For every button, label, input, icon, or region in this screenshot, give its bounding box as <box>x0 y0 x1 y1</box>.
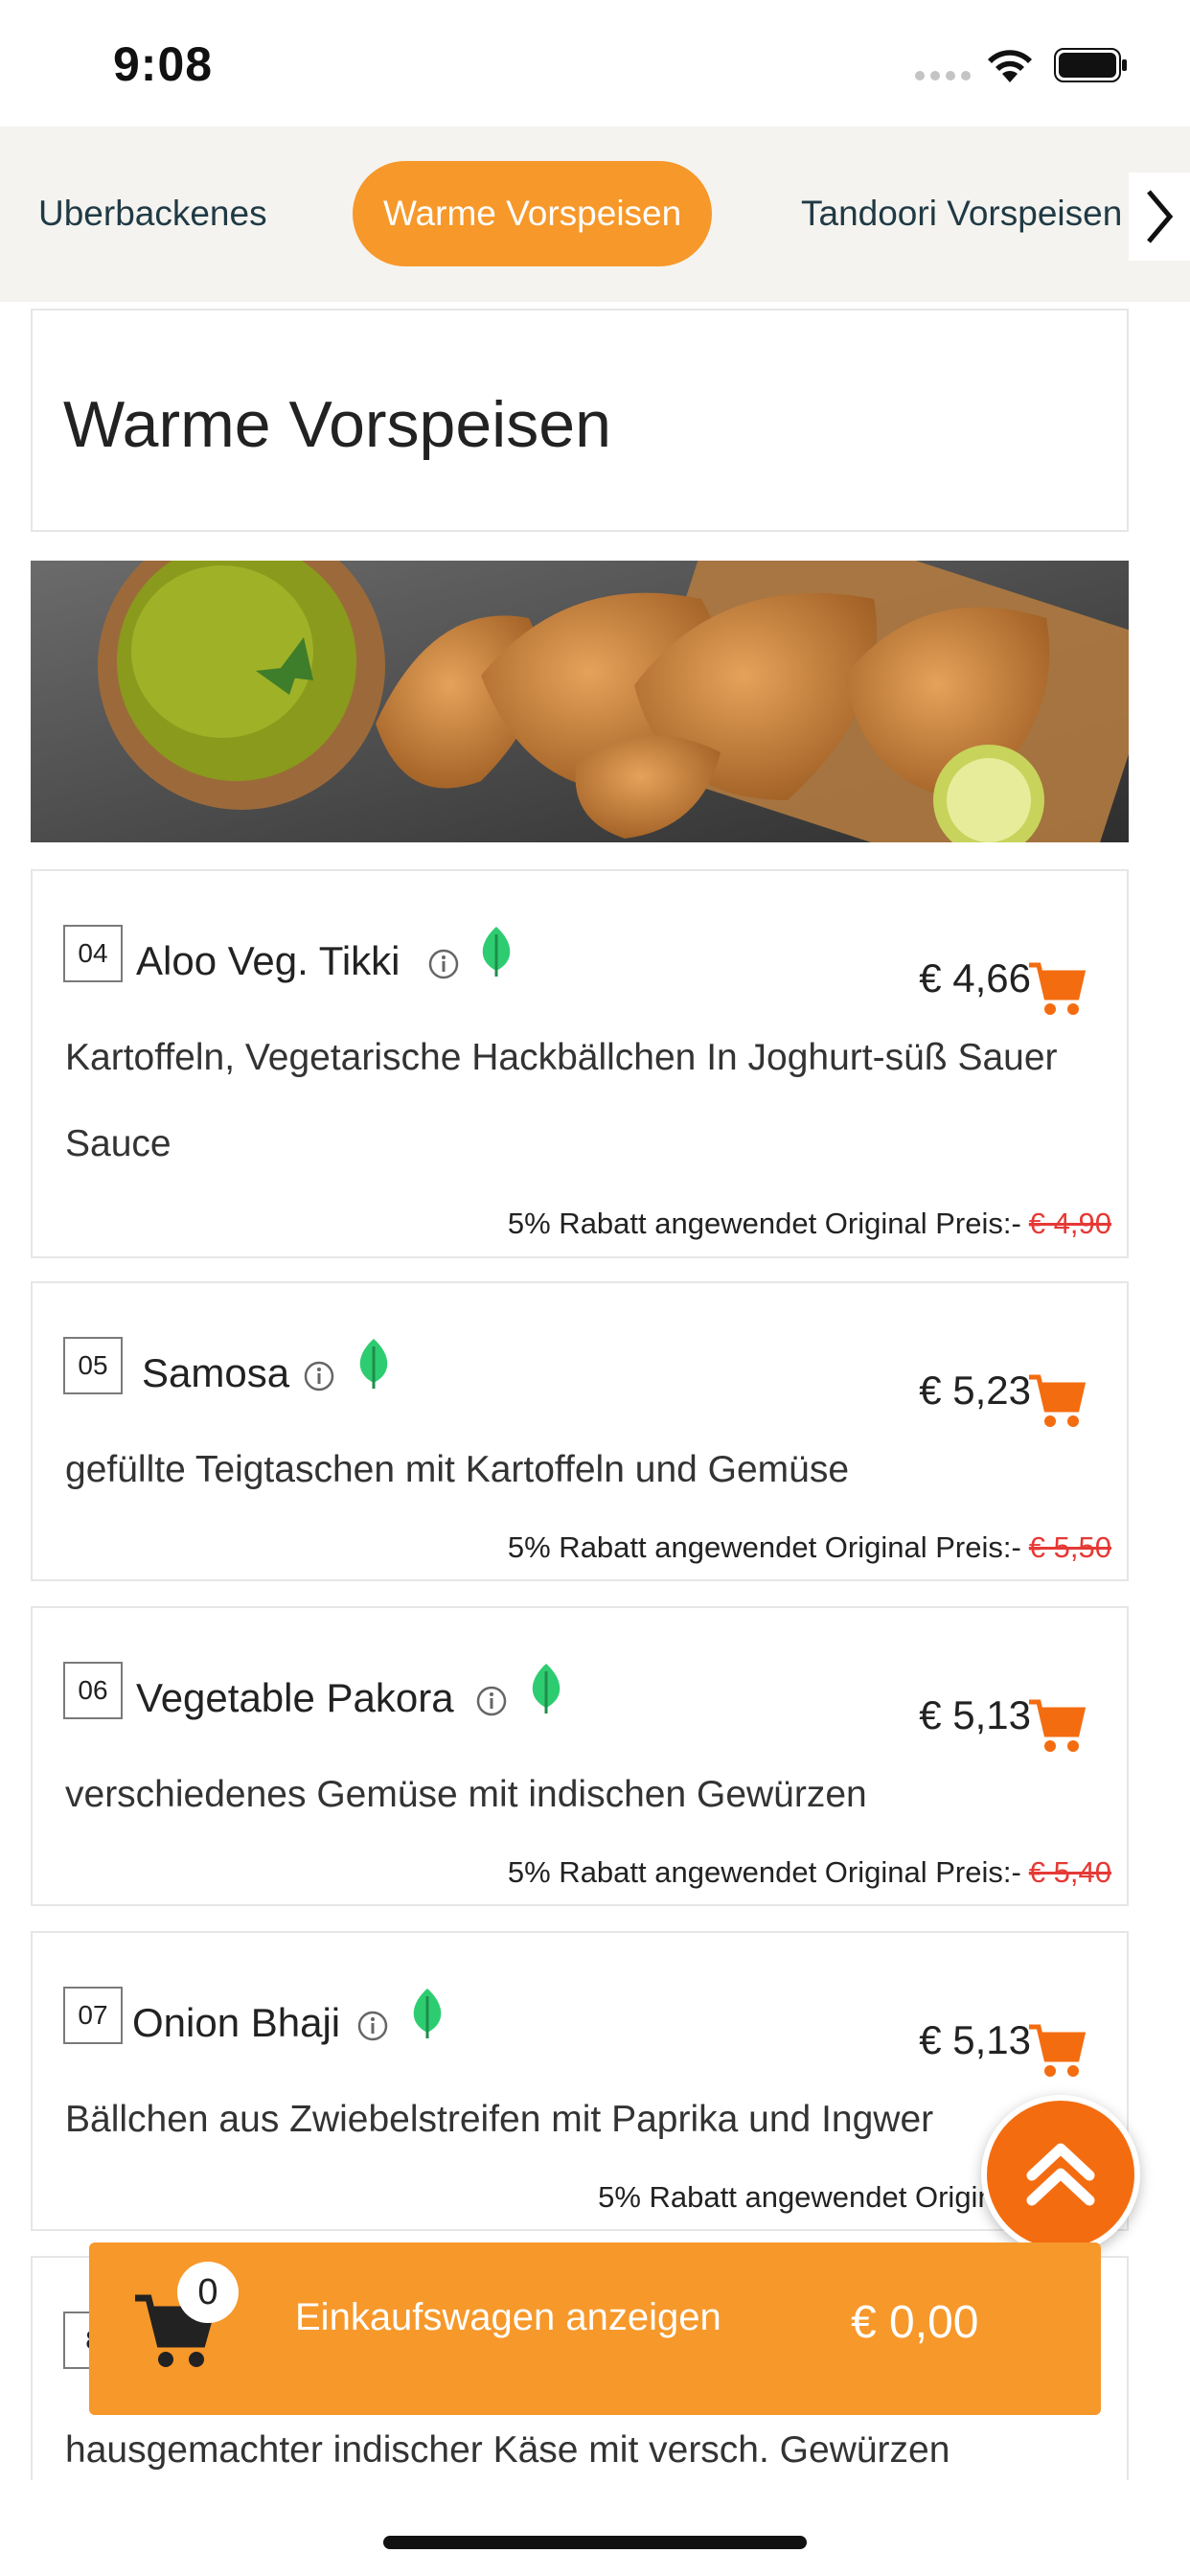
item-description: gefüllte Teigtaschen mit Kartoffeln und … <box>65 1449 850 1490</box>
info-icon[interactable] <box>475 1685 508 1717</box>
original-price: € 4,90 <box>1028 1207 1111 1240</box>
discount-text: 5% Rabatt angewendet Original Preis:- <box>507 1530 1021 1564</box>
info-icon[interactable] <box>303 1360 335 1392</box>
item-name: Vegetable Pakora <box>136 1675 454 1720</box>
item-number: 04 <box>63 925 123 982</box>
item-number: 05 <box>63 1337 123 1394</box>
battery-icon <box>1054 48 1127 82</box>
double-chevron-up-icon <box>1026 2143 1095 2206</box>
original-price: € 5,40 <box>1028 1855 1111 1889</box>
discount-text: 5% Rabatt angewendet Original Preis:- <box>507 1207 1021 1240</box>
leaf-icon <box>413 1989 442 2038</box>
tab-warme-vorspeisen[interactable]: Warme Vorspeisen <box>353 161 713 266</box>
discount-text: 5% Rabatt angewendet Original Preis:- <box>507 1855 1021 1889</box>
category-banner-image <box>31 561 1129 842</box>
original-price: € 5,50 <box>1028 1530 1111 1564</box>
chevron-right-icon <box>1147 190 1174 243</box>
item-discount: 5% Rabatt angewendet Original Preis:- € 4… <box>508 1207 1111 1241</box>
item-discount: 5% Rabatt angewendet Original Preis:- € 5… <box>508 1855 1111 1890</box>
item-price: € 5,13 <box>919 1692 1031 1737</box>
menu-item[interactable]: 05 Samosa € 5,23 gefüllte Teigtaschen mi… <box>31 1281 1129 1581</box>
item-name: Onion Bhaji <box>132 2000 341 2045</box>
cart-label: Einkaufswagen anzeigen <box>295 2296 721 2338</box>
item-description: verschiedenes Gemüse mit indischen Gewür… <box>65 1774 867 1815</box>
tab-uberbackenes[interactable]: Uberbackenes <box>38 161 267 266</box>
view-cart-button[interactable]: 0 Einkaufswagen anzeigen € 0,00 <box>89 2242 1101 2415</box>
tab-tandoori-vorspeisen[interactable]: Tandoori Vorspeisen <box>801 161 1122 266</box>
menu-item[interactable]: 04 Aloo Veg. Tikki € 4,66 Kartoffeln, Ve… <box>31 869 1129 1258</box>
item-description: Kartoffeln, Vegetarische Hackbällchen In… <box>65 1037 1058 1164</box>
status-bar: 9:08 <box>0 0 1190 126</box>
item-name: Samosa <box>142 1350 290 1395</box>
leaf-icon <box>482 927 511 977</box>
item-number: 07 <box>63 1987 123 2044</box>
section-title: Warme Vorspeisen <box>63 388 611 461</box>
home-indicator <box>383 2536 807 2549</box>
cart-icon[interactable] <box>1027 2023 1087 2079</box>
category-next-button[interactable] <box>1129 172 1190 261</box>
item-price: € 4,66 <box>919 955 1031 1000</box>
item-name: Aloo Veg. Tikki <box>136 938 400 983</box>
leaf-icon <box>359 1339 388 1389</box>
category-tabs: Uberbackenes Warme Vorspeisen Tandoori V… <box>0 126 1190 302</box>
item-discount: 5% Rabatt angewendet Original Preis:- € 5… <box>508 1530 1111 1565</box>
menu-item[interactable]: 06 Vegetable Pakora € 5,13 verschiedenes… <box>31 1606 1129 1906</box>
cart-count-badge: 0 <box>177 2262 239 2323</box>
item-price: € 5,23 <box>919 1368 1031 1413</box>
cart-icon[interactable] <box>1027 1698 1087 1754</box>
signal-icon <box>915 71 971 80</box>
cart-icon[interactable] <box>1027 961 1087 1017</box>
item-number: 06 <box>63 1662 123 1719</box>
wifi-icon <box>988 50 1032 82</box>
scroll-to-top-button[interactable] <box>981 2095 1140 2254</box>
section-header: Warme Vorspeisen <box>31 309 1129 532</box>
info-icon[interactable] <box>356 2010 389 2042</box>
status-time: 9:08 <box>113 37 214 91</box>
item-description: Bällchen aus Zwiebelstreifen mit Paprika… <box>65 2099 934 2140</box>
menu-item[interactable]: 07 Onion Bhaji € 5,13 Bällchen aus Zwieb… <box>31 1931 1129 2231</box>
cart-icon[interactable] <box>1027 1373 1087 1429</box>
item-price: € 5,13 <box>919 2017 1031 2062</box>
leaf-icon <box>532 1664 561 1714</box>
cart-total: € 0,00 <box>851 2297 979 2348</box>
item-description: hausgemachter indischer Käse mit versch.… <box>65 2429 950 2471</box>
info-icon[interactable] <box>427 948 460 980</box>
